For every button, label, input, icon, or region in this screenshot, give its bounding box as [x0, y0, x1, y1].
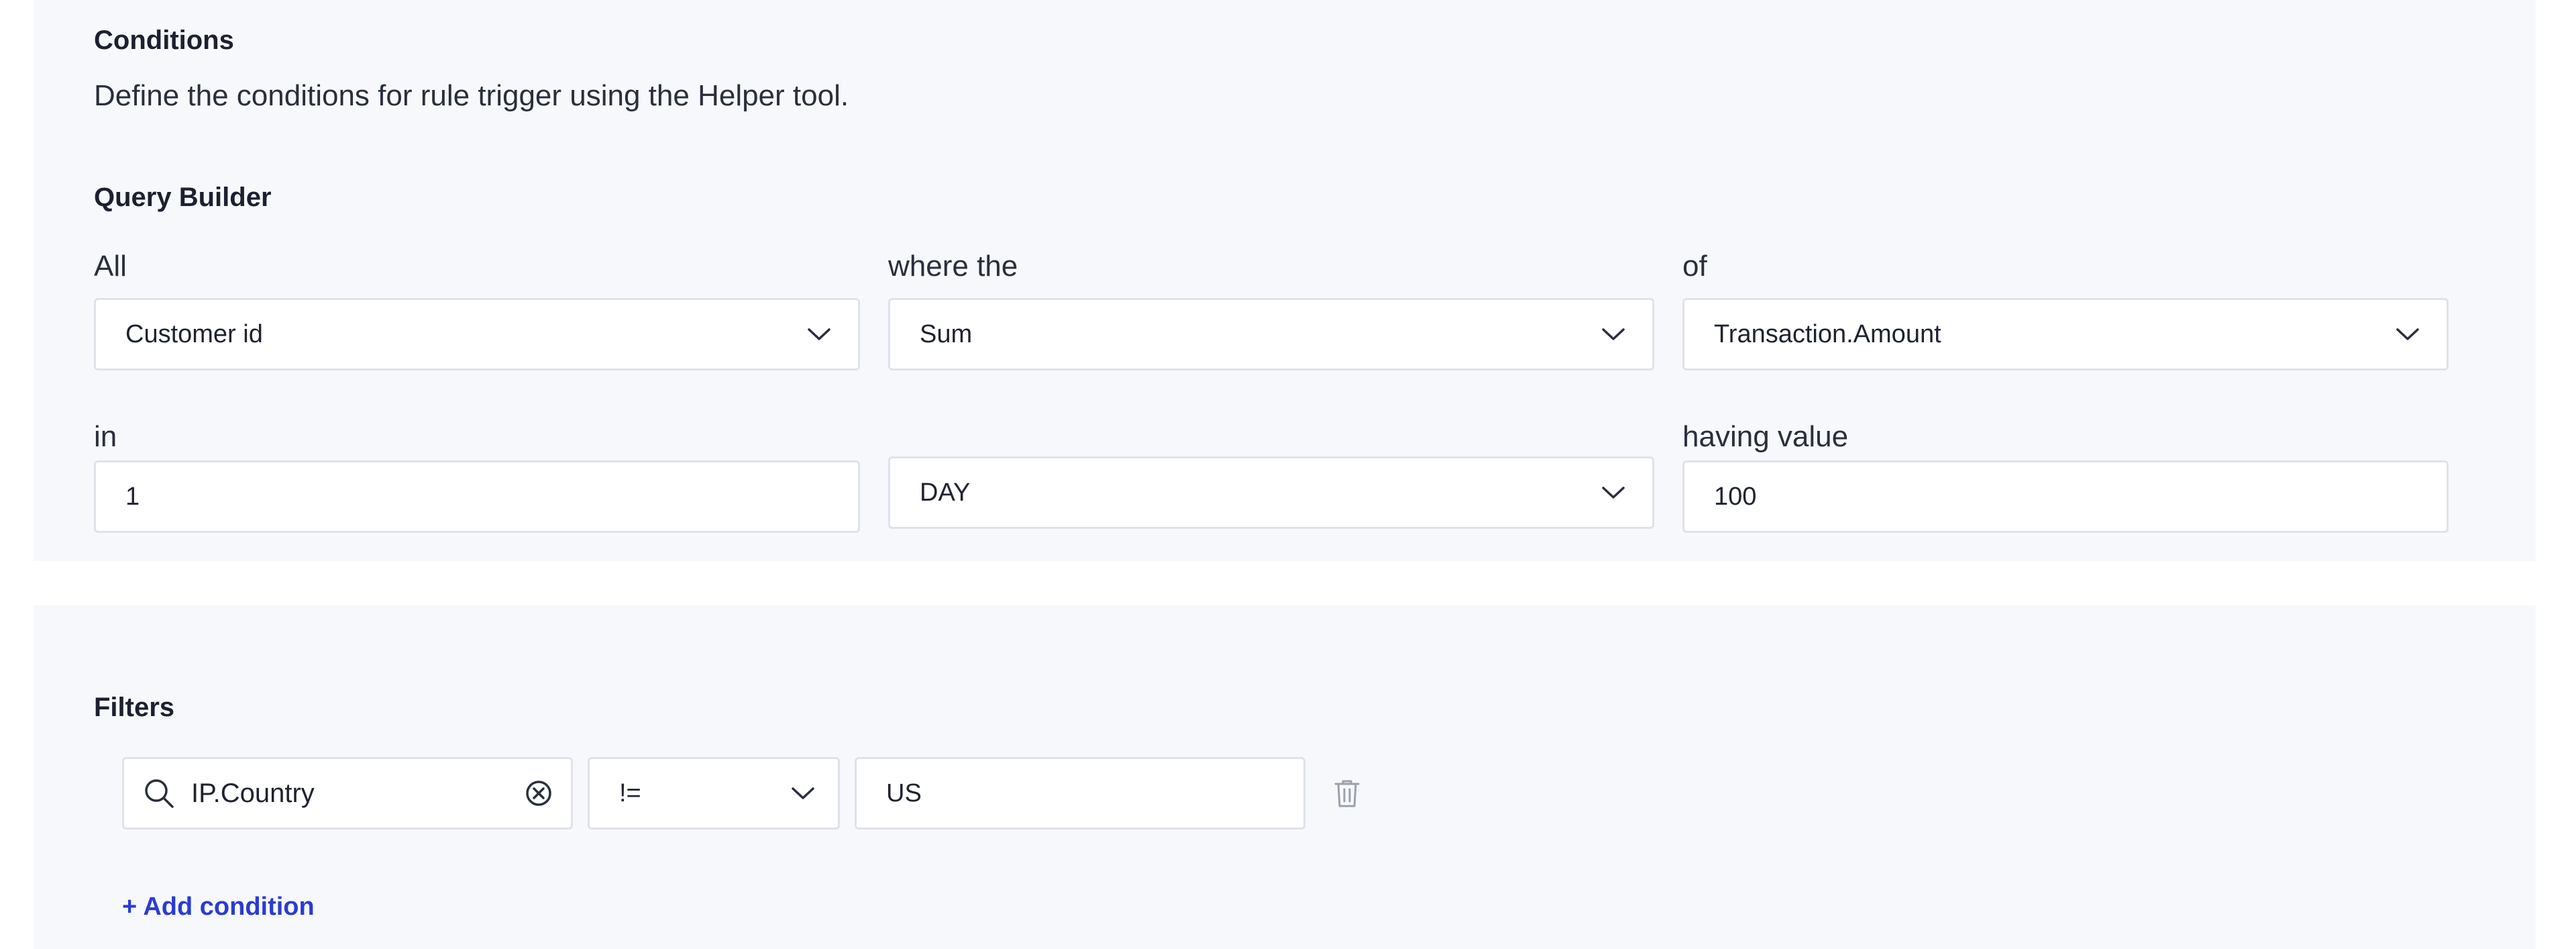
- having-value: 100: [1714, 482, 1757, 511]
- where-label: where the: [888, 250, 1018, 283]
- conditions-panel: Conditions Define the conditions for rul…: [34, 0, 2536, 561]
- period-value: 1: [125, 482, 140, 511]
- chevron-down-icon: [792, 787, 814, 799]
- section-separator: [34, 561, 2536, 605]
- chevron-down-icon: [2396, 328, 2419, 340]
- field-value: Transaction.Amount: [1714, 319, 1941, 348]
- conditions-title: Conditions: [94, 26, 234, 55]
- group-by-select[interactable]: Customer id: [94, 298, 860, 370]
- left-gutter: [0, 0, 34, 949]
- right-gutter: [2536, 0, 2576, 949]
- period-input[interactable]: 1: [94, 460, 860, 533]
- filter-operator-select[interactable]: !=: [588, 757, 840, 830]
- add-condition-button[interactable]: + Add condition: [122, 893, 315, 921]
- filter-field-search[interactable]: IP.Country: [122, 757, 573, 830]
- of-label: of: [1682, 250, 1707, 283]
- filter-operator-value: !=: [619, 779, 641, 807]
- conditions-description: Define the conditions for rule trigger u…: [94, 79, 849, 112]
- in-label: in: [94, 420, 117, 453]
- search-icon: [145, 779, 174, 808]
- filters-panel: Filters IP.Country != US + Add condition: [34, 605, 2536, 949]
- filter-value: US: [886, 779, 922, 807]
- aggregation-select[interactable]: Sum: [888, 298, 1654, 370]
- query-builder-title: Query Builder: [94, 183, 272, 212]
- field-select[interactable]: Transaction.Amount: [1682, 298, 2449, 370]
- period-unit-select[interactable]: DAY: [888, 456, 1654, 529]
- period-unit-value: DAY: [920, 478, 971, 507]
- filter-value-input[interactable]: US: [855, 757, 1305, 830]
- filter-field-value: IP.Country: [191, 778, 315, 808]
- chevron-down-icon: [1602, 487, 1625, 499]
- chevron-down-icon: [808, 328, 830, 340]
- filters-title: Filters: [94, 693, 175, 722]
- aggregation-value: Sum: [920, 319, 973, 348]
- trash-icon[interactable]: [1334, 779, 1360, 808]
- clear-icon[interactable]: [524, 779, 553, 808]
- all-label: All: [94, 250, 127, 283]
- group-by-value: Customer id: [125, 319, 263, 348]
- having-value-input[interactable]: 100: [1682, 460, 2449, 533]
- chevron-down-icon: [1602, 328, 1625, 340]
- having-label: having value: [1682, 420, 1849, 453]
